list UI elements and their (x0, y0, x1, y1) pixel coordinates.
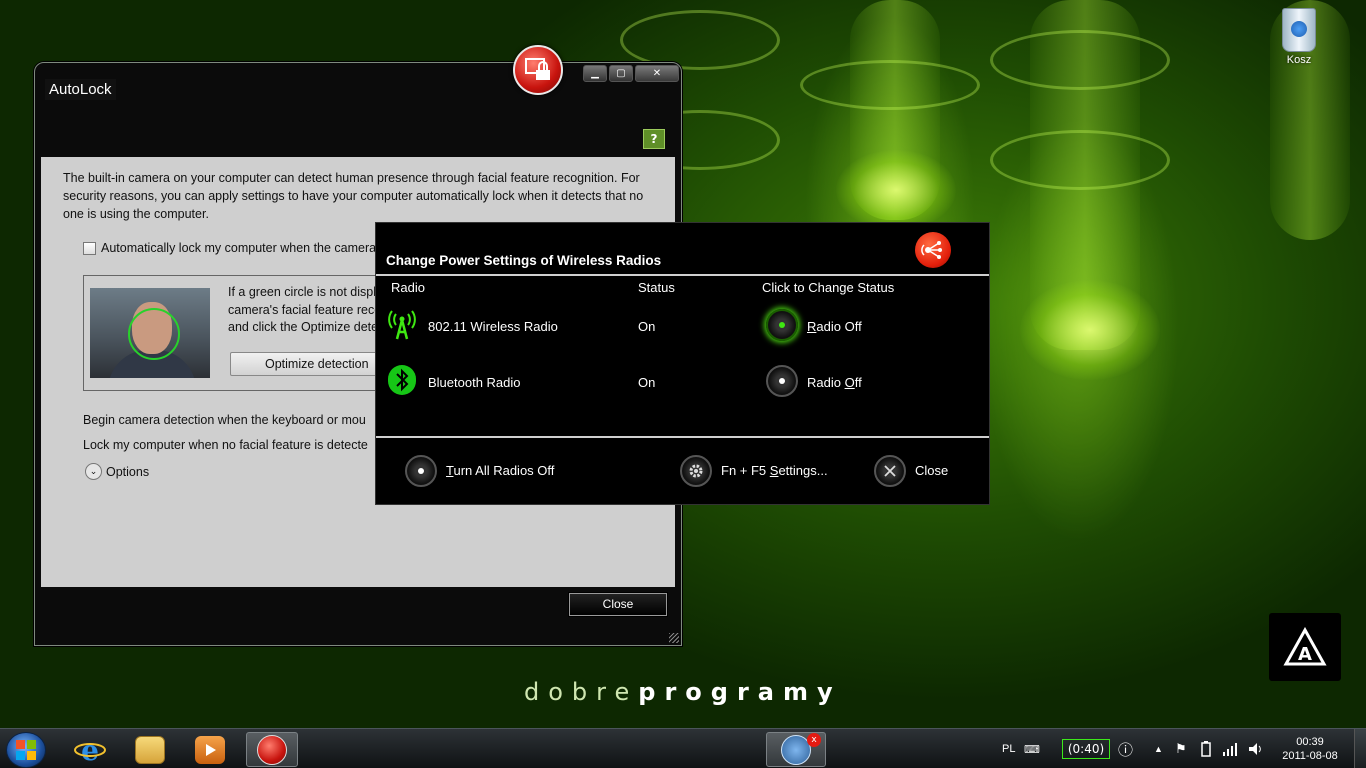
wireless-radios-dialog: Change Power Settings of Wireless Radios… (375, 222, 990, 505)
clock-time: 00:39 (1296, 736, 1324, 748)
info-icon[interactable]: ⓘ (1118, 729, 1133, 768)
wifi-radio-name: 802.11 Wireless Radio (428, 319, 558, 334)
options-expander[interactable]: ⌄ Options (85, 463, 149, 480)
a-logo-icon: A (1269, 613, 1341, 681)
fn-f5-settings-label[interactable]: Fn + F5 Settings... (721, 463, 828, 478)
recycle-bin-icon[interactable]: Kosz (1276, 8, 1322, 66)
show-hidden-icons-icon[interactable]: ▲ (1154, 729, 1163, 768)
show-desktop-button[interactable] (1354, 729, 1366, 768)
chevron-down-icon[interactable]: ⌄ (85, 463, 102, 480)
battery-indicator[interactable]: (0:40) (1062, 739, 1110, 759)
recycle-bin-label: Kosz (1286, 54, 1312, 66)
lock-computer-label: Lock my computer when no facial feature … (83, 438, 368, 452)
language-indicator[interactable]: PL (1002, 729, 1015, 768)
wifi-radio-off-label[interactable]: Radio Off (807, 319, 862, 334)
camera-preview (90, 288, 210, 378)
bluetooth-radio-name: Bluetooth Radio (428, 375, 521, 390)
gear-icon[interactable] (680, 455, 712, 487)
media-player-icon[interactable] (184, 732, 236, 767)
keyboard-icon[interactable]: ⌨ (1024, 729, 1040, 768)
wireless-taskbar-icon[interactable]: x (766, 732, 826, 767)
intro-text: The built-in camera on your computer can… (63, 171, 644, 221)
bluetooth-radio-status: On (638, 375, 656, 390)
footer-divider (376, 436, 989, 438)
face-detection-ring (128, 308, 180, 360)
resize-grip[interactable] (669, 633, 679, 643)
start-button[interactable] (6, 732, 46, 768)
battery-icon[interactable] (1200, 729, 1212, 768)
turn-all-radios-off-button[interactable] (405, 455, 437, 487)
bluetooth-radio-off-button[interactable] (766, 365, 798, 397)
close-icon[interactable] (874, 455, 906, 487)
bluetooth-icon (388, 365, 416, 395)
action-center-flag-icon[interactable]: ⚑ (1175, 729, 1187, 768)
wifi-radio-status: On (638, 319, 656, 334)
wireless-share-icon (915, 232, 951, 268)
begin-detection-label: Begin camera detection when the keyboard… (83, 413, 366, 427)
clock[interactable]: 00:39 2011-08-08 (1278, 735, 1342, 763)
window-title: AutoLock (45, 79, 116, 100)
turn-all-radios-off-label[interactable]: Turn All Radios Off (446, 463, 554, 478)
autolock-lock-icon (513, 45, 563, 95)
volume-icon[interactable] (1248, 729, 1264, 768)
brand-watermark: dobreprogramy (524, 678, 842, 706)
clock-date: 2011-08-08 (1282, 750, 1338, 762)
taskbar: e x PL ⌨ (0:40) ⓘ ▲ ⚑ 00:39 2011-08-08 (0, 728, 1366, 768)
window-close-button[interactable]: ✕ (635, 65, 679, 82)
dialog-title: Change Power Settings of Wireless Radios (386, 253, 662, 268)
autolock-taskbar-icon[interactable] (246, 732, 298, 767)
internet-explorer-icon[interactable]: e (64, 732, 116, 767)
dialog-close-label[interactable]: Close (915, 463, 948, 478)
network-signal-icon[interactable] (1222, 729, 1238, 768)
bluetooth-radio-off-label[interactable]: Radio Off (807, 375, 862, 390)
camera-help-text: If a green circle is not displ camera's … (228, 285, 385, 334)
minimize-button[interactable]: ▁ (583, 65, 607, 82)
maximize-button[interactable]: ▢ (609, 65, 633, 82)
auto-lock-row[interactable]: Automatically lock my computer when the … (83, 241, 376, 255)
action-column-header: Click to Change Status (762, 280, 895, 295)
wifi-radio-off-button[interactable] (766, 309, 798, 341)
radio-column-header: Radio (391, 280, 425, 295)
close-button[interactable]: Close (568, 592, 668, 617)
header-divider (376, 274, 989, 276)
status-column-header: Status (638, 280, 675, 295)
svg-text:A: A (1298, 644, 1312, 665)
wifi-antenna-icon (388, 310, 416, 340)
auto-lock-label: Automatically lock my computer when the … (101, 241, 377, 255)
help-icon[interactable]: ? (643, 129, 665, 149)
svg-text:e: e (81, 735, 99, 765)
file-explorer-icon[interactable] (124, 732, 176, 767)
options-label: Options (106, 464, 150, 479)
auto-lock-checkbox[interactable] (83, 241, 96, 255)
